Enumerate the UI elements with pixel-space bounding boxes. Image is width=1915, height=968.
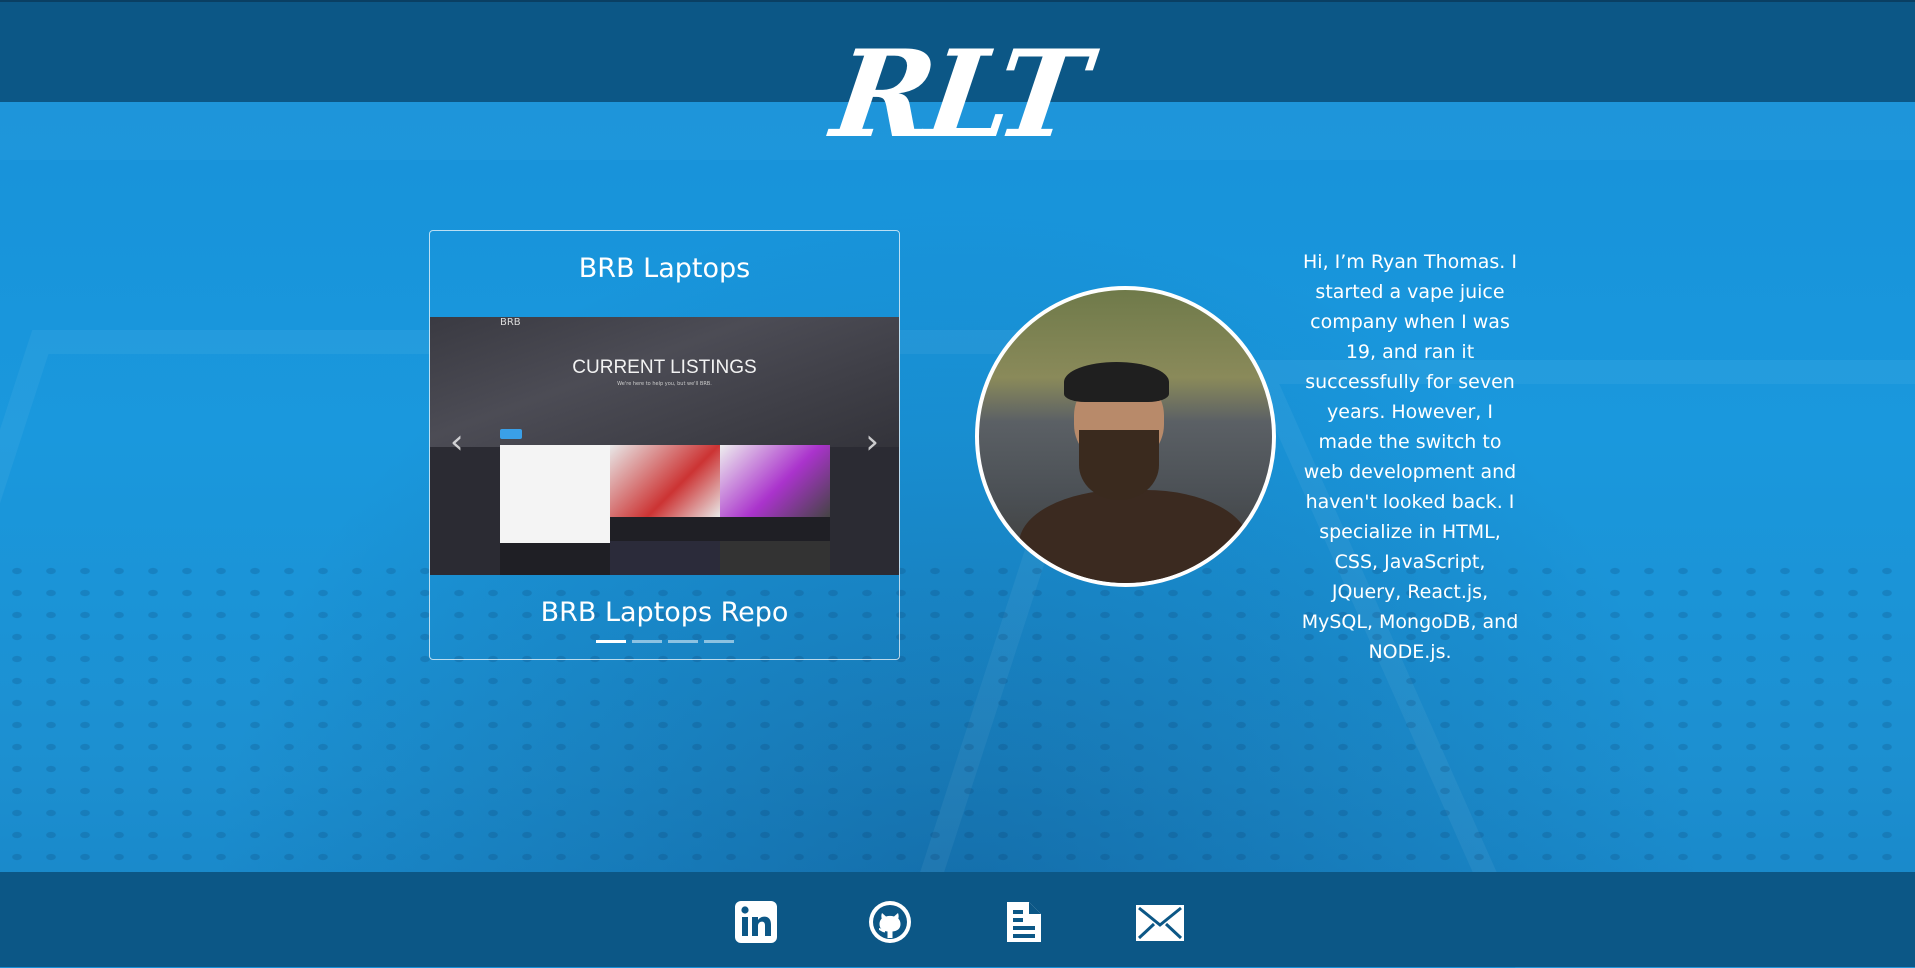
site-footer bbox=[0, 872, 1915, 967]
product-tile bbox=[500, 445, 610, 543]
carousel-indicators bbox=[430, 640, 899, 643]
screenshot-product-grid bbox=[500, 445, 830, 575]
screenshot-subheading: We're here to help you, but we'll BRB. bbox=[617, 381, 712, 387]
carousel-prev-icon[interactable]: ‹ bbox=[450, 422, 464, 462]
carousel-indicator[interactable] bbox=[667, 640, 698, 643]
project-carousel-slide[interactable]: BRB CURRENT LISTINGS We're here to help … bbox=[430, 317, 899, 575]
product-tile bbox=[720, 445, 830, 517]
screenshot-heading: CURRENT LISTINGS bbox=[572, 357, 757, 378]
carousel-next-icon[interactable]: › bbox=[865, 422, 879, 462]
project-repo-link[interactable]: BRB Laptops Repo bbox=[430, 595, 899, 631]
project-title: BRB Laptops bbox=[578, 253, 751, 284]
project-card: BRB Laptops BRB CURRENT LISTINGS We're h… bbox=[429, 230, 900, 660]
profile-photo bbox=[975, 286, 1276, 587]
resume-icon[interactable] bbox=[1001, 899, 1047, 945]
carousel-indicator[interactable] bbox=[595, 640, 626, 643]
photo-body bbox=[1019, 490, 1249, 583]
product-tile bbox=[610, 541, 720, 575]
product-tile bbox=[610, 445, 720, 517]
github-icon-graphic bbox=[869, 901, 911, 943]
email-icon[interactable] bbox=[1135, 899, 1185, 945]
github-icon[interactable] bbox=[867, 899, 913, 945]
carousel-indicator[interactable] bbox=[703, 640, 734, 643]
email-icon-graphic bbox=[1136, 905, 1184, 941]
photo-cap bbox=[1064, 362, 1169, 402]
screenshot-button bbox=[500, 429, 522, 439]
site-logo[interactable]: RLT bbox=[0, 24, 1915, 165]
background-bees bbox=[0, 560, 1915, 870]
carousel-indicator[interactable] bbox=[631, 640, 662, 643]
product-tile bbox=[720, 541, 830, 575]
linkedin-icon[interactable] bbox=[733, 899, 779, 945]
bio-text: Hi, I’m Ryan Thomas. I started a vape ju… bbox=[1301, 251, 1519, 663]
resume-icon-graphic bbox=[1007, 902, 1041, 942]
screenshot-brand: BRB bbox=[500, 317, 521, 328]
photo-beard bbox=[1079, 430, 1159, 500]
linkedin-icon-graphic bbox=[735, 901, 777, 943]
